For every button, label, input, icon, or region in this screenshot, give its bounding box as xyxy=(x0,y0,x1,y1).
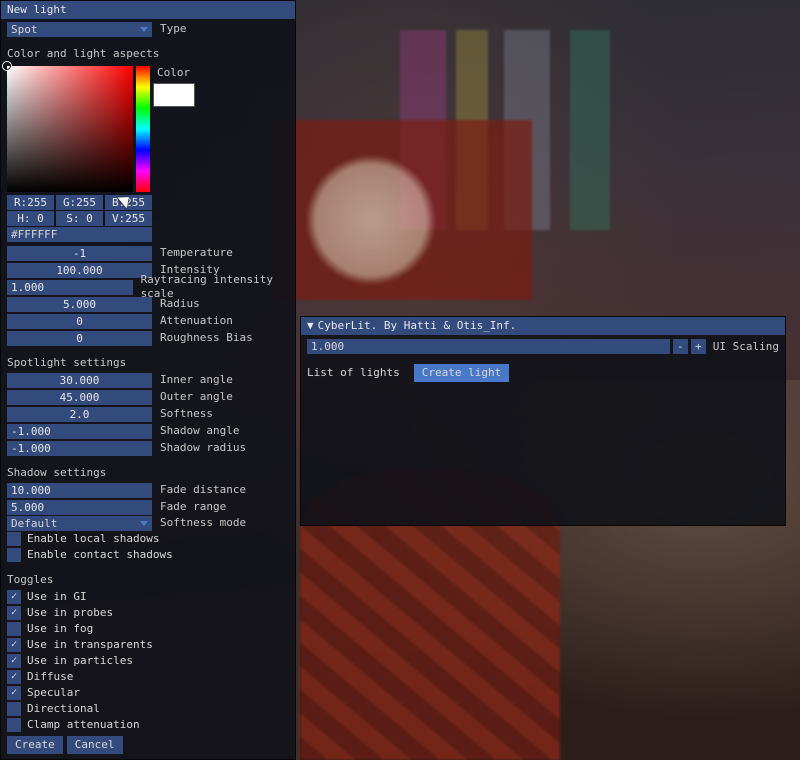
specular-checkbox[interactable]: ✓ xyxy=(7,686,21,700)
color-h-input[interactable]: H: 0 xyxy=(7,211,54,226)
clamp-attenuation-checkbox[interactable] xyxy=(7,718,21,732)
ui-scaling-label: UI Scaling xyxy=(709,340,779,354)
list-of-lights-label: List of lights xyxy=(307,366,400,380)
use-in-gi-checkbox[interactable]: ✓ xyxy=(7,590,21,604)
softness-input[interactable]: 2.0 xyxy=(7,407,152,422)
use-in-particles-checkbox[interactable]: ✓ xyxy=(7,654,21,668)
ui-scaling-input[interactable]: 1.000 xyxy=(307,339,670,354)
intensity-input[interactable]: 100.000 xyxy=(7,263,152,278)
roughness-bias-label: Roughness Bias xyxy=(156,331,253,345)
radius-label: Radius xyxy=(156,297,200,311)
attenuation-label: Attenuation xyxy=(156,314,233,328)
attenuation-input[interactable]: 0 xyxy=(7,314,152,329)
color-hex-input[interactable]: #FFFFFF xyxy=(7,227,152,242)
ui-scaling-plus[interactable]: + xyxy=(691,339,706,354)
specular-label: Specular xyxy=(27,686,80,700)
color-picker-cursor xyxy=(3,62,11,70)
radius-input[interactable]: 5.000 xyxy=(7,297,152,312)
raytracing-intensity-scale-input[interactable]: 1.000 xyxy=(7,280,133,295)
diffuse-label: Diffuse xyxy=(27,670,73,684)
color-hue-strip[interactable] xyxy=(136,66,150,192)
color-swatch-label: Color xyxy=(153,63,195,80)
color-v-input[interactable]: V:255 xyxy=(105,211,152,226)
inner-angle-input[interactable]: 30.000 xyxy=(7,373,152,388)
roughness-bias-input[interactable]: 0 xyxy=(7,331,152,346)
panel-title[interactable]: New light xyxy=(1,1,295,19)
use-in-fog-checkbox[interactable] xyxy=(7,622,21,636)
shadow-heading: Shadow settings xyxy=(1,464,295,482)
cyberlit-title: CyberLit. By Hatti & Otis_Inf. xyxy=(318,319,517,332)
use-in-transparents-label: Use in transparents xyxy=(27,638,153,652)
enable-contact-shadows-checkbox[interactable] xyxy=(7,548,21,562)
fade-range-label: Fade range xyxy=(156,500,226,514)
inner-angle-label: Inner angle xyxy=(156,373,233,387)
directional-checkbox[interactable] xyxy=(7,702,21,716)
create-button[interactable]: Create xyxy=(7,736,63,754)
ui-scaling-minus[interactable]: - xyxy=(673,339,688,354)
chevron-down-icon xyxy=(140,27,148,32)
temperature-input[interactable]: -1 xyxy=(7,246,152,261)
clamp-attenuation-label: Clamp attenuation xyxy=(27,718,140,732)
chevron-down-icon xyxy=(140,521,148,526)
softness-label: Softness xyxy=(156,407,213,421)
enable-contact-shadows-label: Enable contact shadows xyxy=(27,548,173,562)
use-in-transparents-checkbox[interactable]: ✓ xyxy=(7,638,21,652)
type-dropdown[interactable]: Spot xyxy=(7,22,152,37)
color-s-input[interactable]: S: 0 xyxy=(56,211,103,226)
use-in-fog-label: Use in fog xyxy=(27,622,93,636)
outer-angle-label: Outer angle xyxy=(156,390,233,404)
outer-angle-input[interactable]: 45.000 xyxy=(7,390,152,405)
color-section-heading: Color and light aspects xyxy=(1,45,295,63)
fade-distance-label: Fade distance xyxy=(156,483,246,497)
spotlight-heading: Spotlight settings xyxy=(1,354,295,372)
cyberlit-titlebar[interactable]: ▼ CyberLit. By Hatti & Otis_Inf. xyxy=(301,317,785,335)
new-light-panel: New light Spot Type Color and light aspe… xyxy=(0,0,296,760)
softness-mode-label: Softness mode xyxy=(156,516,246,530)
cancel-button[interactable]: Cancel xyxy=(67,736,123,754)
toggles-heading: Toggles xyxy=(1,571,295,589)
collapse-triangle-icon[interactable]: ▼ xyxy=(307,319,314,332)
directional-label: Directional xyxy=(27,702,100,716)
shadow-angle-input[interactable]: -1.000 xyxy=(7,424,152,439)
create-light-button[interactable]: Create light xyxy=(414,364,509,382)
color-swatch[interactable] xyxy=(153,83,195,107)
enable-local-shadows-checkbox[interactable] xyxy=(7,532,21,546)
shadow-angle-label: Shadow angle xyxy=(156,424,239,438)
color-g-input[interactable]: G:255 xyxy=(56,195,103,210)
use-in-probes-label: Use in probes xyxy=(27,606,113,620)
temperature-label: Temperature xyxy=(156,246,233,260)
type-label: Type xyxy=(156,22,187,36)
use-in-gi-label: Use in GI xyxy=(27,590,87,604)
cyberlit-panel: ▼CyberLit. By Hatti & Otis_Inf. 1.000 - … xyxy=(300,316,786,526)
diffuse-checkbox[interactable]: ✓ xyxy=(7,670,21,684)
softness-mode-value: Default xyxy=(11,516,57,531)
softness-mode-dropdown[interactable]: Default xyxy=(7,516,152,531)
fade-range-input[interactable]: 5.000 xyxy=(7,500,152,515)
shadow-radius-input[interactable]: -1.000 xyxy=(7,441,152,456)
use-in-probes-checkbox[interactable]: ✓ xyxy=(7,606,21,620)
color-sv-picker[interactable] xyxy=(7,66,133,192)
enable-local-shadows-label: Enable local shadows xyxy=(27,532,159,546)
shadow-radius-label: Shadow radius xyxy=(156,441,246,455)
use-in-particles-label: Use in particles xyxy=(27,654,133,668)
fade-distance-input[interactable]: 10.000 xyxy=(7,483,152,498)
type-dropdown-value: Spot xyxy=(11,22,38,37)
color-r-input[interactable]: R:255 xyxy=(7,195,54,210)
